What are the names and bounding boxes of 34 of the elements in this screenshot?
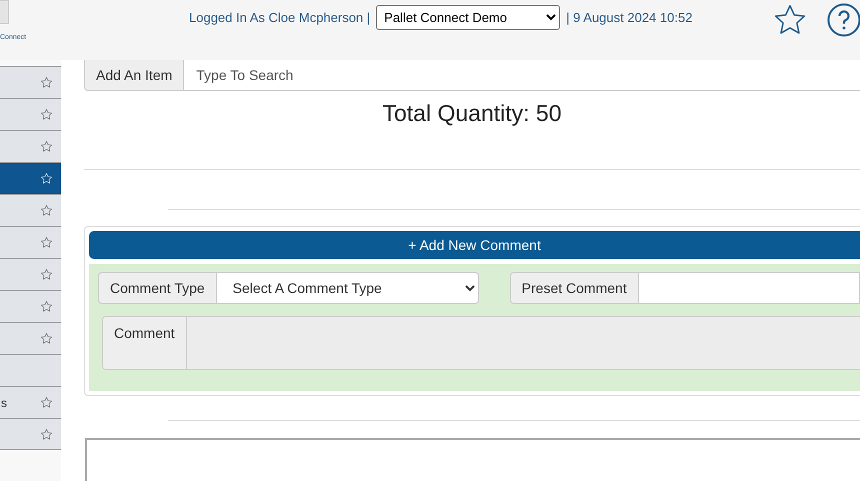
- comment-type-select[interactable]: Select A Comment Type: [216, 272, 479, 304]
- preset-comment-label: Preset Comment: [510, 272, 639, 304]
- logo-image: [0, 0, 9, 24]
- star-icon[interactable]: [40, 300, 53, 313]
- date-time-text: | 9 August 2024 10:52: [566, 10, 692, 25]
- sidebar-item[interactable]: [0, 98, 61, 130]
- sidebar-item[interactable]: [0, 290, 61, 322]
- total-quantity-text: Total Quantity: 50: [382, 100, 562, 127]
- sidebar-item[interactable]: [0, 130, 61, 162]
- sidebar-item[interactable]: [0, 258, 61, 290]
- star-icon[interactable]: [40, 108, 53, 121]
- company-select[interactable]: Pallet Connect Demo: [376, 5, 560, 30]
- comment-type-label: Comment Type: [98, 272, 217, 304]
- sidebar-item[interactable]: s: [0, 386, 61, 418]
- sidebar-item[interactable]: [0, 418, 61, 450]
- sidebar-item[interactable]: [0, 322, 61, 354]
- help-icon[interactable]: [826, 2, 860, 38]
- sidebar-item[interactable]: [0, 226, 61, 258]
- star-icon[interactable]: [40, 140, 53, 153]
- sidebar-item[interactable]: [0, 194, 61, 226]
- sidebar-item[interactable]: [0, 66, 61, 98]
- star-icon[interactable]: [40, 76, 53, 89]
- star-icon[interactable]: [40, 268, 53, 281]
- sidebar-item[interactable]: [0, 354, 61, 386]
- logged-in-text: Logged In As Cloe Mcpherson |: [189, 10, 370, 25]
- star-icon[interactable]: [40, 428, 53, 440]
- star-icon[interactable]: [40, 332, 53, 345]
- star-icon[interactable]: [40, 204, 53, 217]
- add-item-label: Add An Item: [84, 60, 184, 91]
- star-icon[interactable]: [40, 396, 53, 409]
- preset-comment-field[interactable]: [638, 272, 860, 304]
- sidebar-item[interactable]: [0, 162, 61, 194]
- add-new-comment-button[interactable]: + Add New Comment: [89, 231, 860, 259]
- star-icon[interactable]: [40, 236, 53, 249]
